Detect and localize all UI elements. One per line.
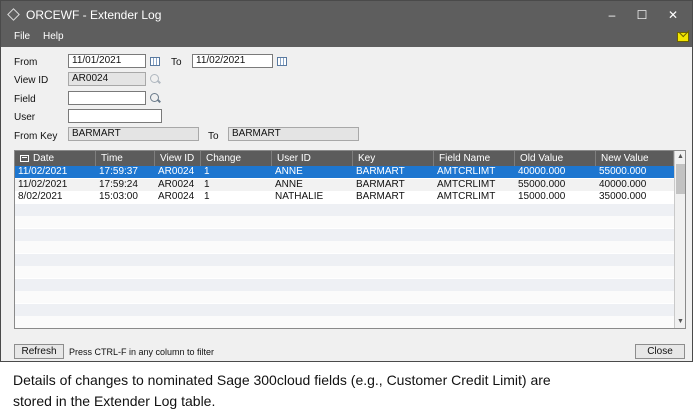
user-label: User xyxy=(14,112,36,123)
table-cell: AMTCRLIMT xyxy=(437,191,496,202)
column-header[interactable]: Date xyxy=(15,151,96,166)
table-cell: AMTCRLIMT xyxy=(437,178,496,190)
menu-bar: File Help xyxy=(1,29,692,47)
table-cell: AR0024 xyxy=(158,178,195,190)
column-header-label: Field Name xyxy=(439,153,491,164)
column-header-label: View ID xyxy=(160,153,195,164)
calendar-icon[interactable] xyxy=(150,57,160,66)
vertical-scrollbar[interactable]: ▲ ▼ xyxy=(674,151,685,328)
field-label: Field xyxy=(14,94,36,105)
column-header-label: User ID xyxy=(277,153,311,164)
table-cell: ANNE xyxy=(275,178,303,190)
table-cell: 40000.000 xyxy=(599,178,647,190)
table-cell: ANNE xyxy=(275,166,303,177)
column-header[interactable]: Time xyxy=(96,151,155,166)
table-cell: 1 xyxy=(204,178,210,190)
table-cell: 55000.000 xyxy=(599,166,647,177)
column-header-label: Key xyxy=(358,153,376,164)
scroll-down-button[interactable]: ▼ xyxy=(675,316,685,328)
column-header[interactable]: User ID xyxy=(272,151,353,166)
extender-log-grid[interactable]: Date Time View ID Change Number User ID Key Fi… xyxy=(14,150,686,329)
table-cell: BARMART xyxy=(356,191,405,202)
envelope-icon[interactable] xyxy=(677,32,689,42)
table-cell: BARMART xyxy=(356,178,405,190)
column-header-label: New Value xyxy=(601,153,649,164)
table-cell: AR0024 xyxy=(158,191,195,202)
column-header-label: Date xyxy=(33,153,55,164)
empty-row[interactable] xyxy=(15,278,674,291)
table-cell: 17:59:24 xyxy=(99,178,138,190)
to-key-field: BARMART xyxy=(228,127,359,141)
table-cell: 1 xyxy=(204,166,210,177)
grid-header: Date Time View ID Change Number User ID Key Fi… xyxy=(15,151,674,179)
column-header[interactable]: Field Name xyxy=(434,151,515,166)
column-header-label: Time xyxy=(101,153,123,164)
empty-row[interactable] xyxy=(15,253,674,266)
scroll-thumb[interactable] xyxy=(676,164,685,194)
field-input[interactable] xyxy=(68,91,146,105)
column-header[interactable]: View ID xyxy=(155,151,201,166)
column-header[interactable]: Old Value xyxy=(515,151,596,166)
app-icon xyxy=(7,8,20,21)
to-label: To xyxy=(171,57,182,68)
table-cell: 8/02/2021 xyxy=(18,191,63,202)
table-cell: NATHALIE xyxy=(275,191,324,202)
empty-row[interactable] xyxy=(15,241,674,253)
to-date-field[interactable]: 11/02/2021 xyxy=(192,54,273,68)
menu-help[interactable]: Help xyxy=(43,31,64,42)
empty-row[interactable] xyxy=(15,303,674,316)
empty-row[interactable] xyxy=(15,291,674,303)
grid-body: 11/02/2021 17:59:37 AR0024 1 ANNE BARMART AMTC… xyxy=(15,166,674,328)
table-row[interactable]: 8/02/2021 15:03:00 AR0024 1 NATHALIE BARMART A… xyxy=(15,191,674,203)
close-button[interactable]: Close xyxy=(635,344,685,359)
from-label: From xyxy=(14,57,38,68)
extender-log-window: ORCEWF - Extender Log – ☐ ✕ File Help Fr… xyxy=(0,0,693,362)
refresh-button[interactable]: Refresh xyxy=(14,344,64,359)
scroll-up-button[interactable]: ▲ xyxy=(675,151,685,163)
from-key-label: From Key xyxy=(14,131,58,142)
empty-row[interactable] xyxy=(15,266,674,278)
view-id-label: View ID xyxy=(14,75,49,86)
table-cell: 15000.000 xyxy=(518,191,566,202)
table-row[interactable]: 11/02/2021 17:59:24 AR0024 1 ANNE BARMART AMTC… xyxy=(15,178,674,191)
caption-line-1: Details of changes to nominated Sage 300… xyxy=(13,372,551,388)
table-cell: 1 xyxy=(204,191,210,202)
table-cell: 11/02/2021 xyxy=(18,178,68,190)
column-header[interactable]: Change Number xyxy=(201,151,272,179)
title-bar[interactable]: ORCEWF - Extender Log – ☐ ✕ xyxy=(1,1,692,29)
close-window-button[interactable]: ✕ xyxy=(658,5,688,25)
search-icon[interactable] xyxy=(150,93,159,102)
column-header[interactable]: Key xyxy=(353,151,434,166)
window-title: ORCEWF - Extender Log xyxy=(26,8,162,22)
to-key-label: To xyxy=(208,131,219,142)
empty-row[interactable] xyxy=(15,216,674,228)
table-cell: 11/02/2021 xyxy=(18,166,68,177)
maximize-button[interactable]: ☐ xyxy=(627,5,657,25)
view-id-field: AR0024 xyxy=(68,72,146,86)
from-key-field: BARMART xyxy=(68,127,199,141)
menu-file[interactable]: File xyxy=(14,31,30,42)
table-row[interactable]: 11/02/2021 17:59:37 AR0024 1 ANNE BARMART AMTC… xyxy=(15,166,674,178)
table-cell: 35000.000 xyxy=(599,191,647,202)
filter-hint: Press CTRL-F in any column to filter xyxy=(69,347,215,357)
from-date-field[interactable]: 11/01/2021 xyxy=(68,54,146,68)
table-cell: 17:59:37 xyxy=(99,166,138,177)
table-cell: AMTCRLIMT xyxy=(437,166,496,177)
empty-row[interactable] xyxy=(15,203,674,216)
calendar-icon[interactable] xyxy=(277,57,287,66)
caption-line-2: stored in the Extender Log table. xyxy=(13,393,216,409)
column-header[interactable]: New Value xyxy=(596,151,674,166)
table-cell: BARMART xyxy=(356,166,405,177)
minimize-button[interactable]: – xyxy=(597,5,627,25)
search-icon xyxy=(150,74,159,83)
empty-row[interactable] xyxy=(15,228,674,241)
table-cell: AR0024 xyxy=(158,166,195,177)
column-header-label: Old Value xyxy=(520,153,564,164)
table-cell: 40000.000 xyxy=(518,166,566,177)
empty-row[interactable] xyxy=(15,316,674,328)
table-cell: 15:03:00 xyxy=(99,191,138,202)
user-input[interactable] xyxy=(68,109,162,123)
table-cell: 55000.000 xyxy=(518,178,566,190)
column-sort-icon[interactable] xyxy=(20,155,29,162)
